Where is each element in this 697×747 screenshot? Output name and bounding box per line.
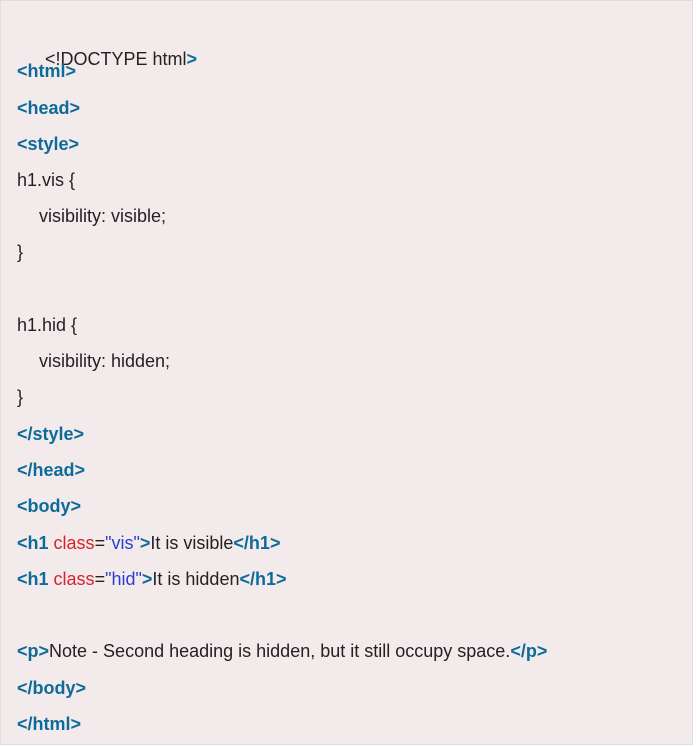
code-line-h1-visible: <h1 class="vis">It is visible</h1> xyxy=(17,531,280,555)
tag-bracket: < xyxy=(17,569,28,589)
css-declaration: visibility: visible; xyxy=(39,206,167,226)
code-block: <!DOCTYPE html> <html> <head> <style> h1… xyxy=(0,0,693,745)
tag-bracket: </ xyxy=(17,678,33,698)
tag-bracket: > xyxy=(74,460,86,480)
code-line-head-close: </head> xyxy=(17,458,85,482)
tag-name: style xyxy=(27,134,69,154)
tag-bracket: > xyxy=(269,533,281,553)
code-line-style-open: <style> xyxy=(17,132,79,156)
tag-name: body xyxy=(27,496,71,516)
tag-bracket: </ xyxy=(17,714,33,734)
tag-bracket: </ xyxy=(510,641,526,661)
code-line-css-decl-hid: visibility: hidden; xyxy=(39,349,170,373)
tag-bracket: > xyxy=(68,134,80,154)
tag-bracket: > xyxy=(186,49,198,69)
tag-bracket: </ xyxy=(17,460,33,480)
code-line-html-close: </html> xyxy=(17,712,81,736)
css-brace: } xyxy=(17,387,24,407)
tag-bracket: > xyxy=(70,496,82,516)
tag-name: head xyxy=(27,98,70,118)
tag-bracket: </ xyxy=(17,424,33,444)
code-line-css-selector-vis: h1.vis { xyxy=(17,168,75,192)
tag-bracket: < xyxy=(17,533,28,553)
code-line-css-decl-vis: visibility: visible; xyxy=(39,204,166,228)
tag-name: head xyxy=(32,460,75,480)
css-brace: } xyxy=(17,242,24,262)
tag-bracket: > xyxy=(69,98,81,118)
attribute-value: "vis" xyxy=(105,533,140,553)
code-line-h1-hidden: <h1 class="hid">It is hidden</h1> xyxy=(17,567,287,591)
tag-name: h1 xyxy=(27,533,49,553)
attribute-equals: = xyxy=(94,533,106,553)
tag-bracket: > xyxy=(70,714,82,734)
tag-name: h1 xyxy=(248,533,270,553)
code-line-css-close-hid: } xyxy=(17,385,23,409)
element-text: Note - Second heading is hidden, but it … xyxy=(49,641,511,661)
tag-name: style xyxy=(32,424,74,444)
attribute-value: "hid" xyxy=(105,569,142,589)
tag-bracket: </ xyxy=(239,569,255,589)
code-line-style-close: </style> xyxy=(17,422,84,446)
element-text: It is visible xyxy=(150,533,234,553)
tag-bracket: > xyxy=(536,641,548,661)
tag-bracket: > xyxy=(38,641,50,661)
tag-bracket: > xyxy=(75,678,87,698)
tag-bracket: < xyxy=(17,134,28,154)
tag-bracket: < xyxy=(17,98,28,118)
tag-name: html xyxy=(27,61,66,81)
tag-bracket: > xyxy=(73,424,85,444)
tag-bracket: > xyxy=(276,569,287,589)
tag-name: h1 xyxy=(27,569,49,589)
code-line-body-close: </body> xyxy=(17,676,86,700)
css-declaration: visibility: hidden; xyxy=(39,351,171,371)
tag-bracket: > xyxy=(139,533,151,553)
code-line-css-close-vis: } xyxy=(17,240,23,264)
tag-bracket: < xyxy=(17,61,28,81)
tag-name: body xyxy=(32,678,76,698)
attribute-name: class xyxy=(53,569,95,589)
tag-bracket: < xyxy=(17,641,28,661)
tag-name: p xyxy=(27,641,39,661)
code-line-css-selector-hid: h1.hid { xyxy=(17,313,77,337)
tag-bracket: </ xyxy=(233,533,249,553)
css-selector: h1.vis { xyxy=(17,170,76,190)
tag-name: html xyxy=(32,714,71,734)
css-selector: h1.hid { xyxy=(17,315,78,335)
code-line-body-open: <body> xyxy=(17,494,81,518)
code-line-head-open: <head> xyxy=(17,96,80,120)
element-text: It is hidden xyxy=(152,569,240,589)
tag-bracket: > xyxy=(141,569,153,589)
code-line-doctype: <!DOCTYPE html> xyxy=(25,23,197,69)
code-line-html-open: <html> xyxy=(17,59,76,83)
tag-name: h1 xyxy=(254,569,276,589)
tag-name: p xyxy=(525,641,537,661)
attribute-name: class xyxy=(53,533,95,553)
attribute-equals: = xyxy=(94,569,106,589)
code-line-paragraph: <p>Note - Second heading is hidden, but … xyxy=(17,639,547,663)
tag-bracket: > xyxy=(65,61,77,81)
tag-bracket: < xyxy=(17,496,28,516)
